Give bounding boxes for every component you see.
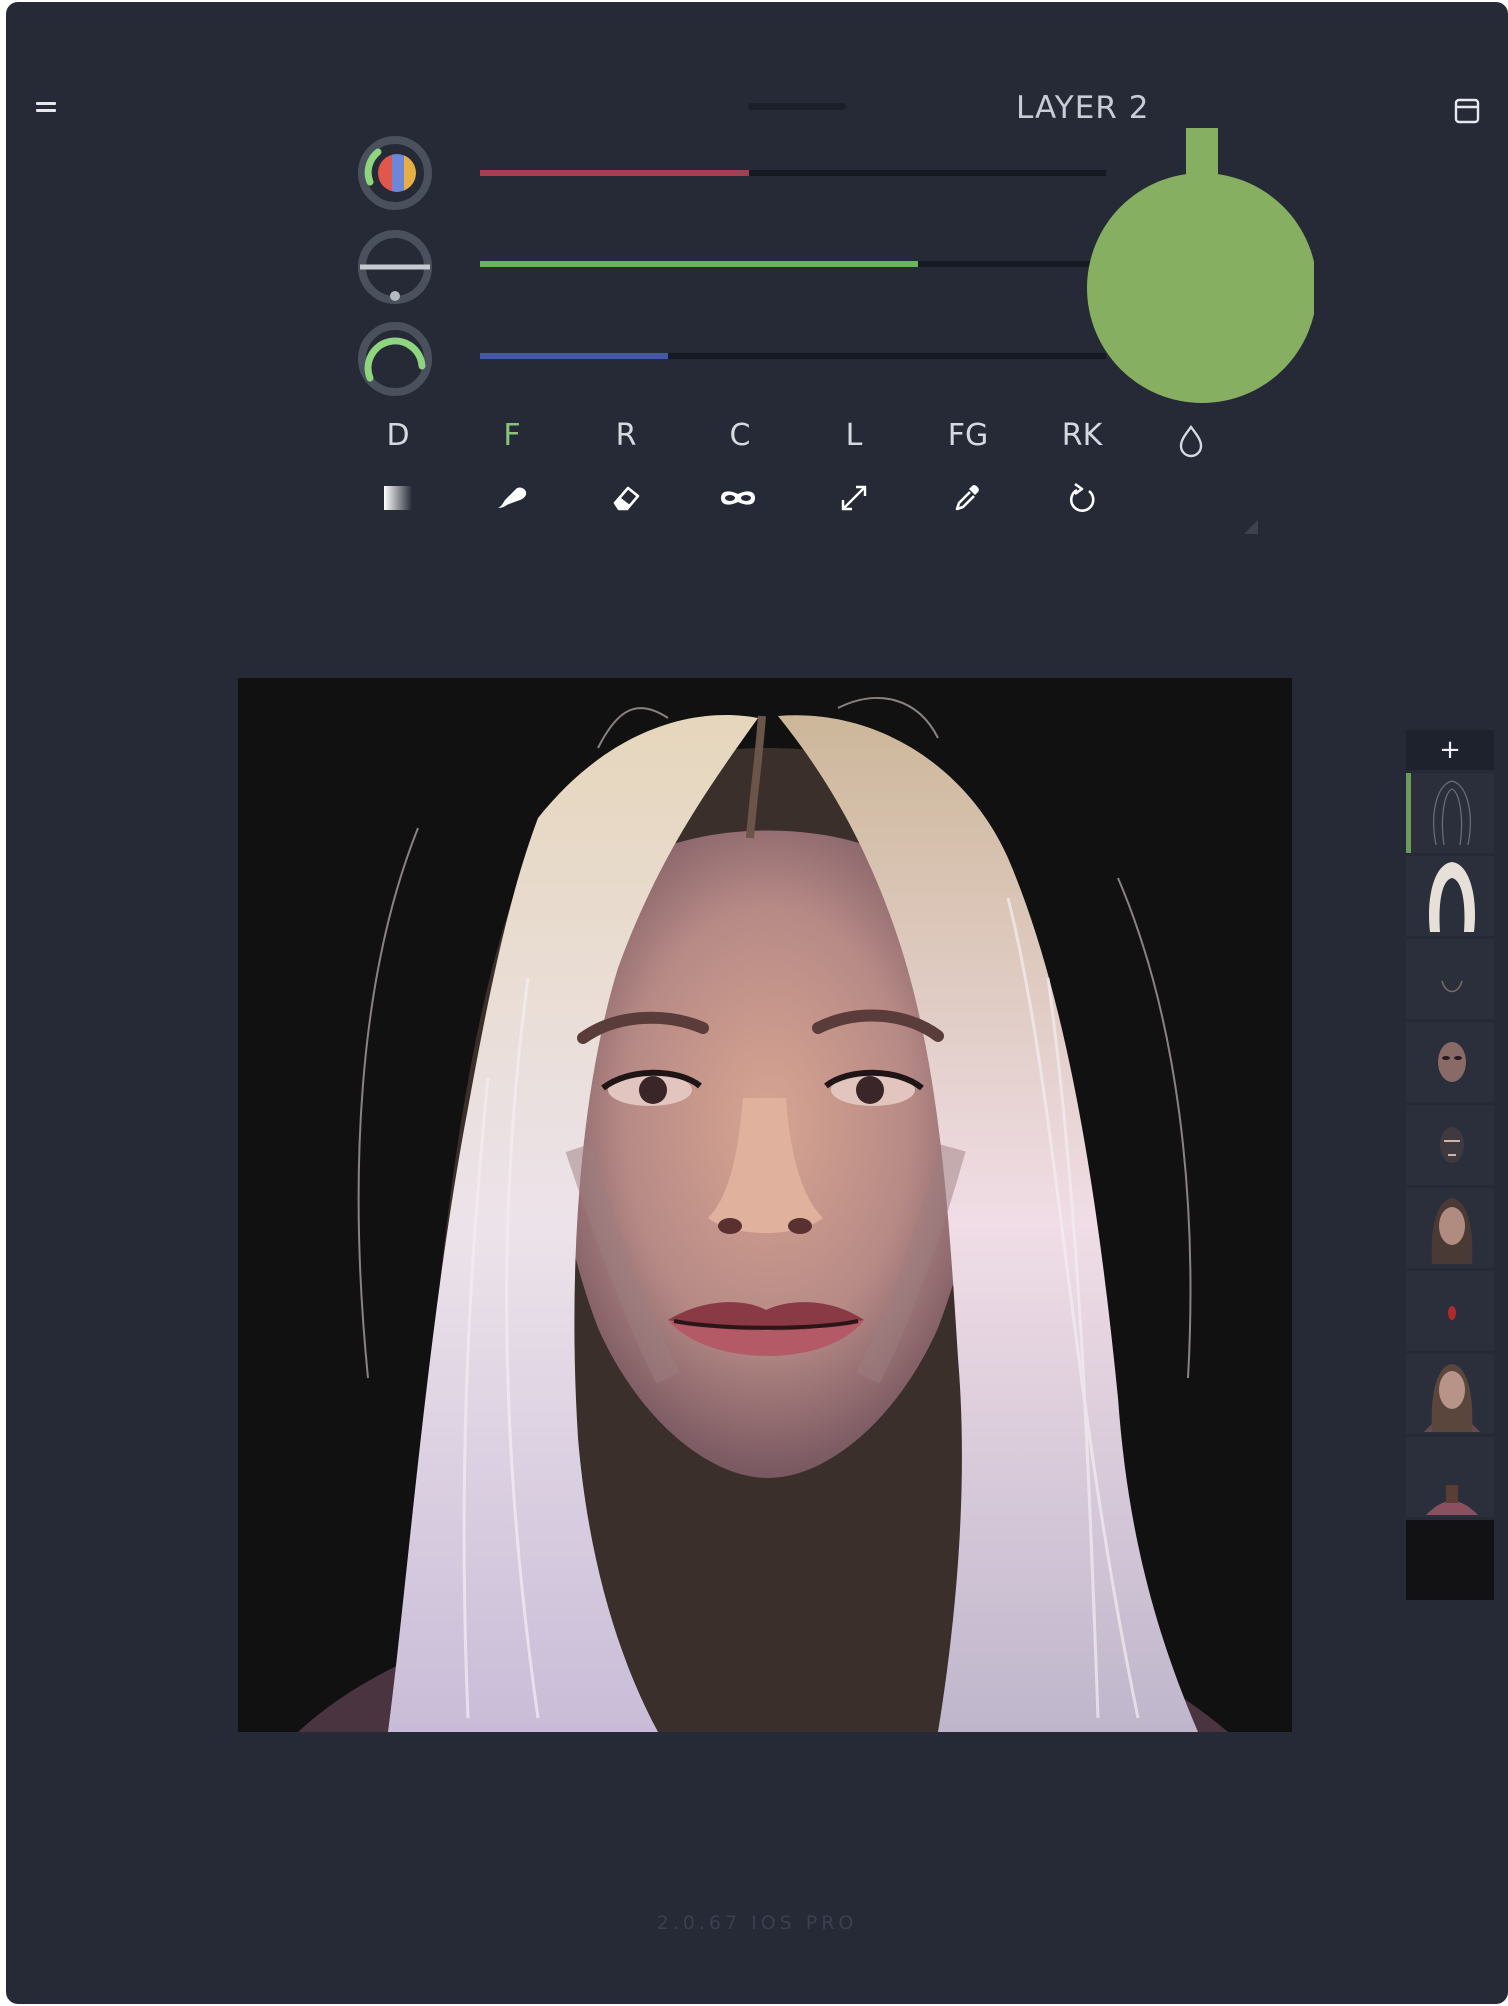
eraser-tool[interactable] <box>606 478 646 518</box>
gradient-tool[interactable] <box>378 478 418 518</box>
brightness-slider-fill <box>480 353 668 359</box>
eyedropper-tool[interactable] <box>948 478 988 518</box>
tool-letter-c[interactable]: C <box>700 418 780 453</box>
transform-tool[interactable] <box>834 478 874 518</box>
menu-icon-line <box>36 109 56 112</box>
layer-thumb[interactable] <box>1406 1354 1494 1434</box>
hue-knob[interactable] <box>356 134 434 212</box>
window-toggle-button[interactable] <box>1454 98 1480 124</box>
saturation-slider-fill <box>480 261 919 267</box>
drop-icon <box>1179 425 1203 458</box>
tool-letter-f[interactable]: F <box>472 418 552 453</box>
app-window: LAYER 2 D F R C L FG RK + 2.0.67 IOS PRO <box>6 2 1508 2004</box>
panel-drag-handle[interactable] <box>748 103 846 110</box>
tool-letter-r[interactable]: R <box>586 418 666 453</box>
menu-button[interactable] <box>34 96 60 120</box>
layer-thumb[interactable] <box>1406 1271 1494 1351</box>
layer-thumb[interactable] <box>1406 1022 1494 1102</box>
eyedropper-icon <box>955 485 979 511</box>
eraser-icon <box>613 486 640 511</box>
hue-slider-fill <box>480 170 750 176</box>
brush-icon <box>498 487 527 508</box>
layer-thumb[interactable] <box>1406 1437 1494 1517</box>
layer-thumb[interactable] <box>1406 1105 1494 1185</box>
panel-resize-handle[interactable] <box>1244 520 1258 534</box>
version-label: 2.0.67 IOS PRO <box>656 1912 858 1934</box>
undo-tool[interactable] <box>1062 478 1102 518</box>
color-preview-shape <box>1087 128 1317 403</box>
layer-thumb[interactable] <box>1406 1188 1494 1268</box>
saturation-slider[interactable] <box>480 261 1106 267</box>
window-icon <box>1454 98 1480 124</box>
layers-panel: + <box>1406 730 1494 1600</box>
layer-thumb[interactable] <box>1406 1520 1494 1600</box>
hue-slider[interactable] <box>480 170 1106 176</box>
color-preview-swatch[interactable] <box>1078 128 1317 404</box>
menu-icon-line <box>36 102 56 105</box>
gradient-icon <box>384 486 412 510</box>
hue-wheel-icon <box>358 136 432 210</box>
layer-thumb-image <box>1438 1042 1466 1082</box>
brightness-slider[interactable] <box>480 353 1106 359</box>
add-layer-button[interactable]: + <box>1406 730 1494 770</box>
layer-thumb[interactable] <box>1406 856 1494 936</box>
brightness-knob[interactable] <box>356 320 434 398</box>
layer-title: LAYER 2 <box>1016 90 1150 126</box>
portrait-artwork <box>238 678 1292 1732</box>
brightness-dial-icon <box>358 322 432 396</box>
layer-thumb-image <box>1426 1485 1478 1515</box>
tool-letter-d[interactable]: D <box>358 418 438 453</box>
tool-letter-rk[interactable]: RK <box>1042 418 1122 453</box>
layer-thumb[interactable] <box>1406 939 1494 1019</box>
layer-thumb-image <box>1424 1364 1480 1432</box>
layer-thumb[interactable] <box>1406 773 1494 853</box>
layer-thumb-image <box>1441 980 1463 993</box>
expand-icon <box>841 485 867 511</box>
layer-thumb-image <box>1431 1198 1473 1264</box>
layer-thumb-image <box>1448 1306 1456 1320</box>
tool-letter-l[interactable]: L <box>814 418 894 453</box>
mask-tool[interactable] <box>718 478 758 518</box>
tool-letter-fg[interactable]: FG <box>928 418 1008 453</box>
layer-thumb-image <box>1433 780 1471 846</box>
undo-icon <box>1069 482 1095 512</box>
drawing-canvas[interactable] <box>238 678 1292 1732</box>
saturation-dial-icon <box>358 230 432 304</box>
layer-thumb-image <box>1428 862 1476 932</box>
brush-tool[interactable] <box>492 478 532 518</box>
layer-thumb-image <box>1440 1127 1464 1163</box>
mask-icon <box>721 491 755 505</box>
saturation-knob[interactable] <box>356 228 434 306</box>
opacity-button[interactable] <box>1171 420 1211 460</box>
